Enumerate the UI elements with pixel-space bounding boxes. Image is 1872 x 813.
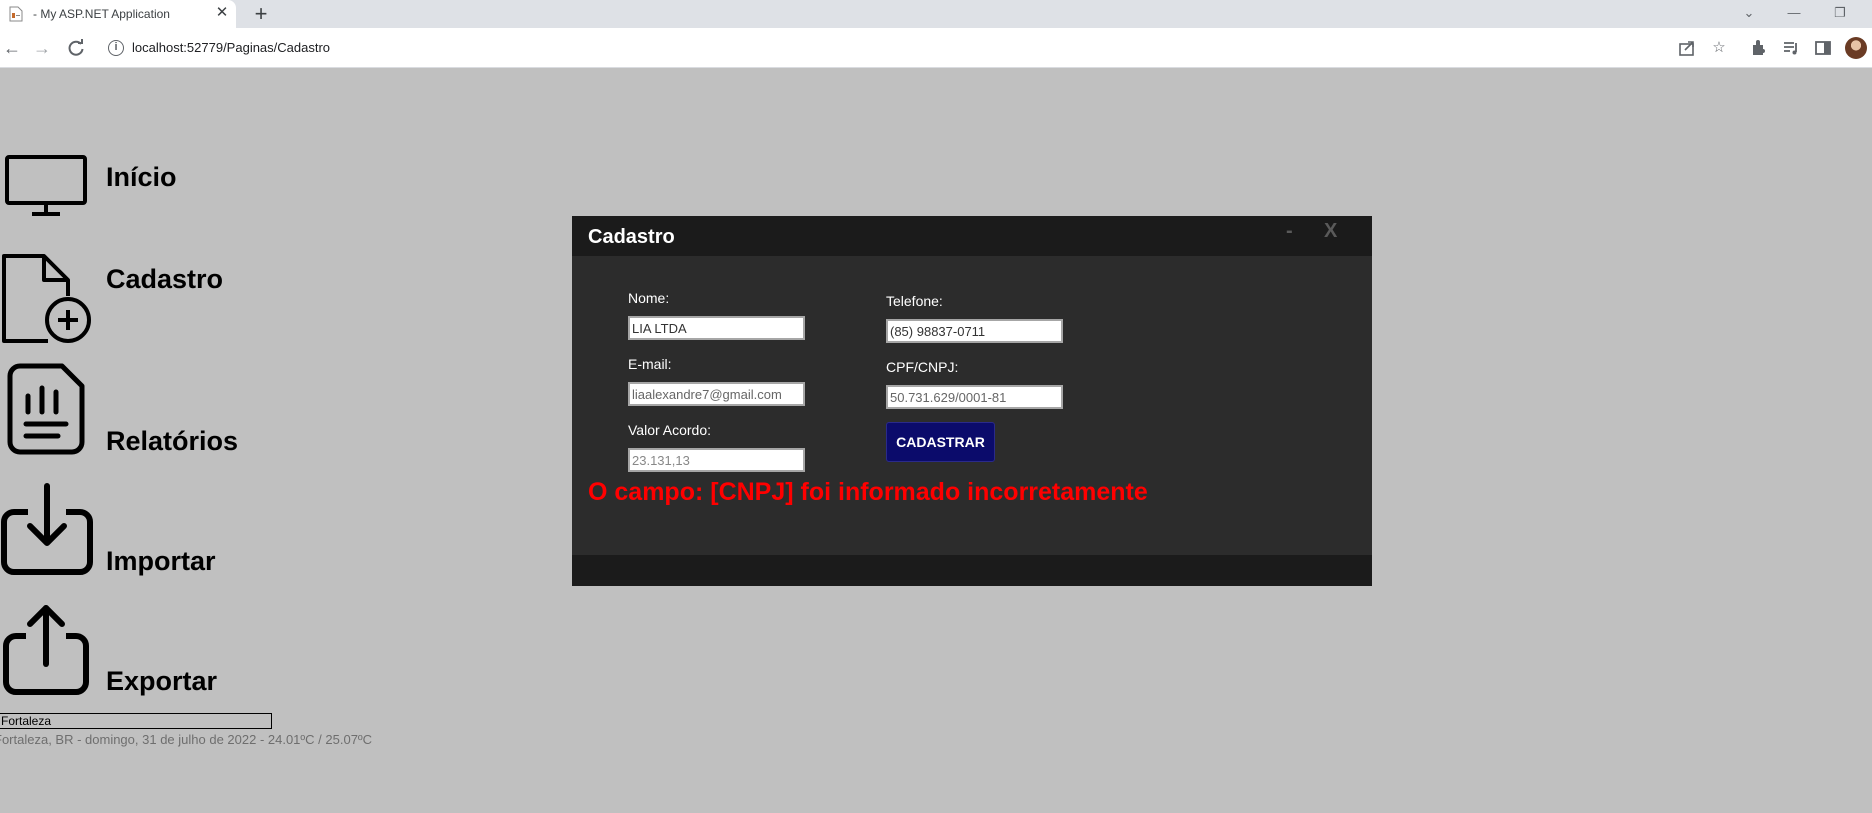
- valor-acordo-input[interactable]: [628, 448, 805, 472]
- back-arrow-icon[interactable]: ←: [1, 37, 23, 59]
- nav-label-inicio[interactable]: Início: [106, 162, 177, 193]
- page-favicon-icon: [9, 6, 23, 22]
- forward-arrow-icon[interactable]: →: [31, 37, 53, 59]
- report-icon: [7, 363, 85, 455]
- restore-window-button[interactable]: ❐: [1829, 4, 1851, 22]
- share-icon[interactable]: [1677, 38, 1697, 58]
- browser-tab-bar: - My ASP.NET Application ✕ + ⌄ — ❐: [0, 0, 1872, 28]
- extensions-icon[interactable]: [1749, 38, 1769, 58]
- nav-label-relatorios[interactable]: Relatórios: [106, 426, 238, 457]
- download-icon: [1, 483, 93, 575]
- side-panel-icon[interactable]: [1813, 38, 1833, 58]
- weather-info-text: Fortaleza, BR - domingo, 31 de julho de …: [0, 732, 373, 747]
- nav-label-exportar[interactable]: Exportar: [106, 666, 217, 697]
- upload-icon: [3, 605, 89, 695]
- modal-close-button[interactable]: X: [1324, 220, 1337, 243]
- modal-footer: [572, 555, 1372, 586]
- email-label: E-mail:: [628, 356, 672, 372]
- nav-label-cadastro[interactable]: Cadastro: [106, 264, 223, 295]
- address-bar[interactable]: i localhost:52779/Paginas/Cadastro: [98, 34, 1718, 62]
- nome-label: Nome:: [628, 290, 670, 306]
- cadastrar-button[interactable]: CADASTRAR: [886, 422, 995, 462]
- tab-search-icon[interactable]: ⌄: [1738, 4, 1760, 22]
- city-input[interactable]: [0, 713, 272, 729]
- modal-title: Cadastro: [588, 226, 675, 248]
- cpf-cnpj-label: CPF/CNPJ:: [886, 359, 959, 375]
- error-message: O campo: [CNPJ] foi informado incorretam…: [588, 478, 1148, 506]
- tab-close-icon[interactable]: ✕: [214, 5, 230, 21]
- profile-avatar[interactable]: [1845, 37, 1867, 59]
- nav-label-importar[interactable]: Importar: [106, 546, 216, 577]
- monitor-icon: [5, 155, 87, 216]
- nome-input[interactable]: [628, 316, 805, 340]
- site-info-icon[interactable]: i: [108, 40, 124, 56]
- page-body: Início Cadastro Relatórios Importar Expo…: [0, 68, 1872, 813]
- modal-header: Cadastro - X: [572, 216, 1372, 256]
- bookmark-star-icon[interactable]: ☆: [1709, 38, 1729, 58]
- email-input[interactable]: [628, 382, 805, 406]
- cadastro-modal: Cadastro - X Nome: E-mail: Valor Acordo:…: [572, 216, 1372, 586]
- reload-icon[interactable]: [66, 38, 86, 58]
- telefone-input[interactable]: [886, 319, 1063, 343]
- media-controls-icon[interactable]: [1781, 38, 1801, 58]
- file-add-icon: [2, 254, 91, 343]
- url-text[interactable]: localhost:52779/Paginas/Cadastro: [132, 40, 330, 55]
- minimize-window-button[interactable]: —: [1783, 4, 1805, 22]
- valor-acordo-label: Valor Acordo:: [628, 422, 712, 438]
- cpf-cnpj-input[interactable]: [886, 385, 1063, 409]
- browser-tab[interactable]: - My ASP.NET Application ✕: [0, 0, 236, 28]
- tab-title: - My ASP.NET Application: [33, 7, 170, 21]
- telefone-label: Telefone:: [886, 293, 943, 309]
- new-tab-button[interactable]: +: [250, 3, 272, 25]
- modal-minimize-button[interactable]: -: [1286, 220, 1293, 243]
- browser-toolbar: ← → i localhost:52779/Paginas/Cadastro ☆: [0, 28, 1872, 68]
